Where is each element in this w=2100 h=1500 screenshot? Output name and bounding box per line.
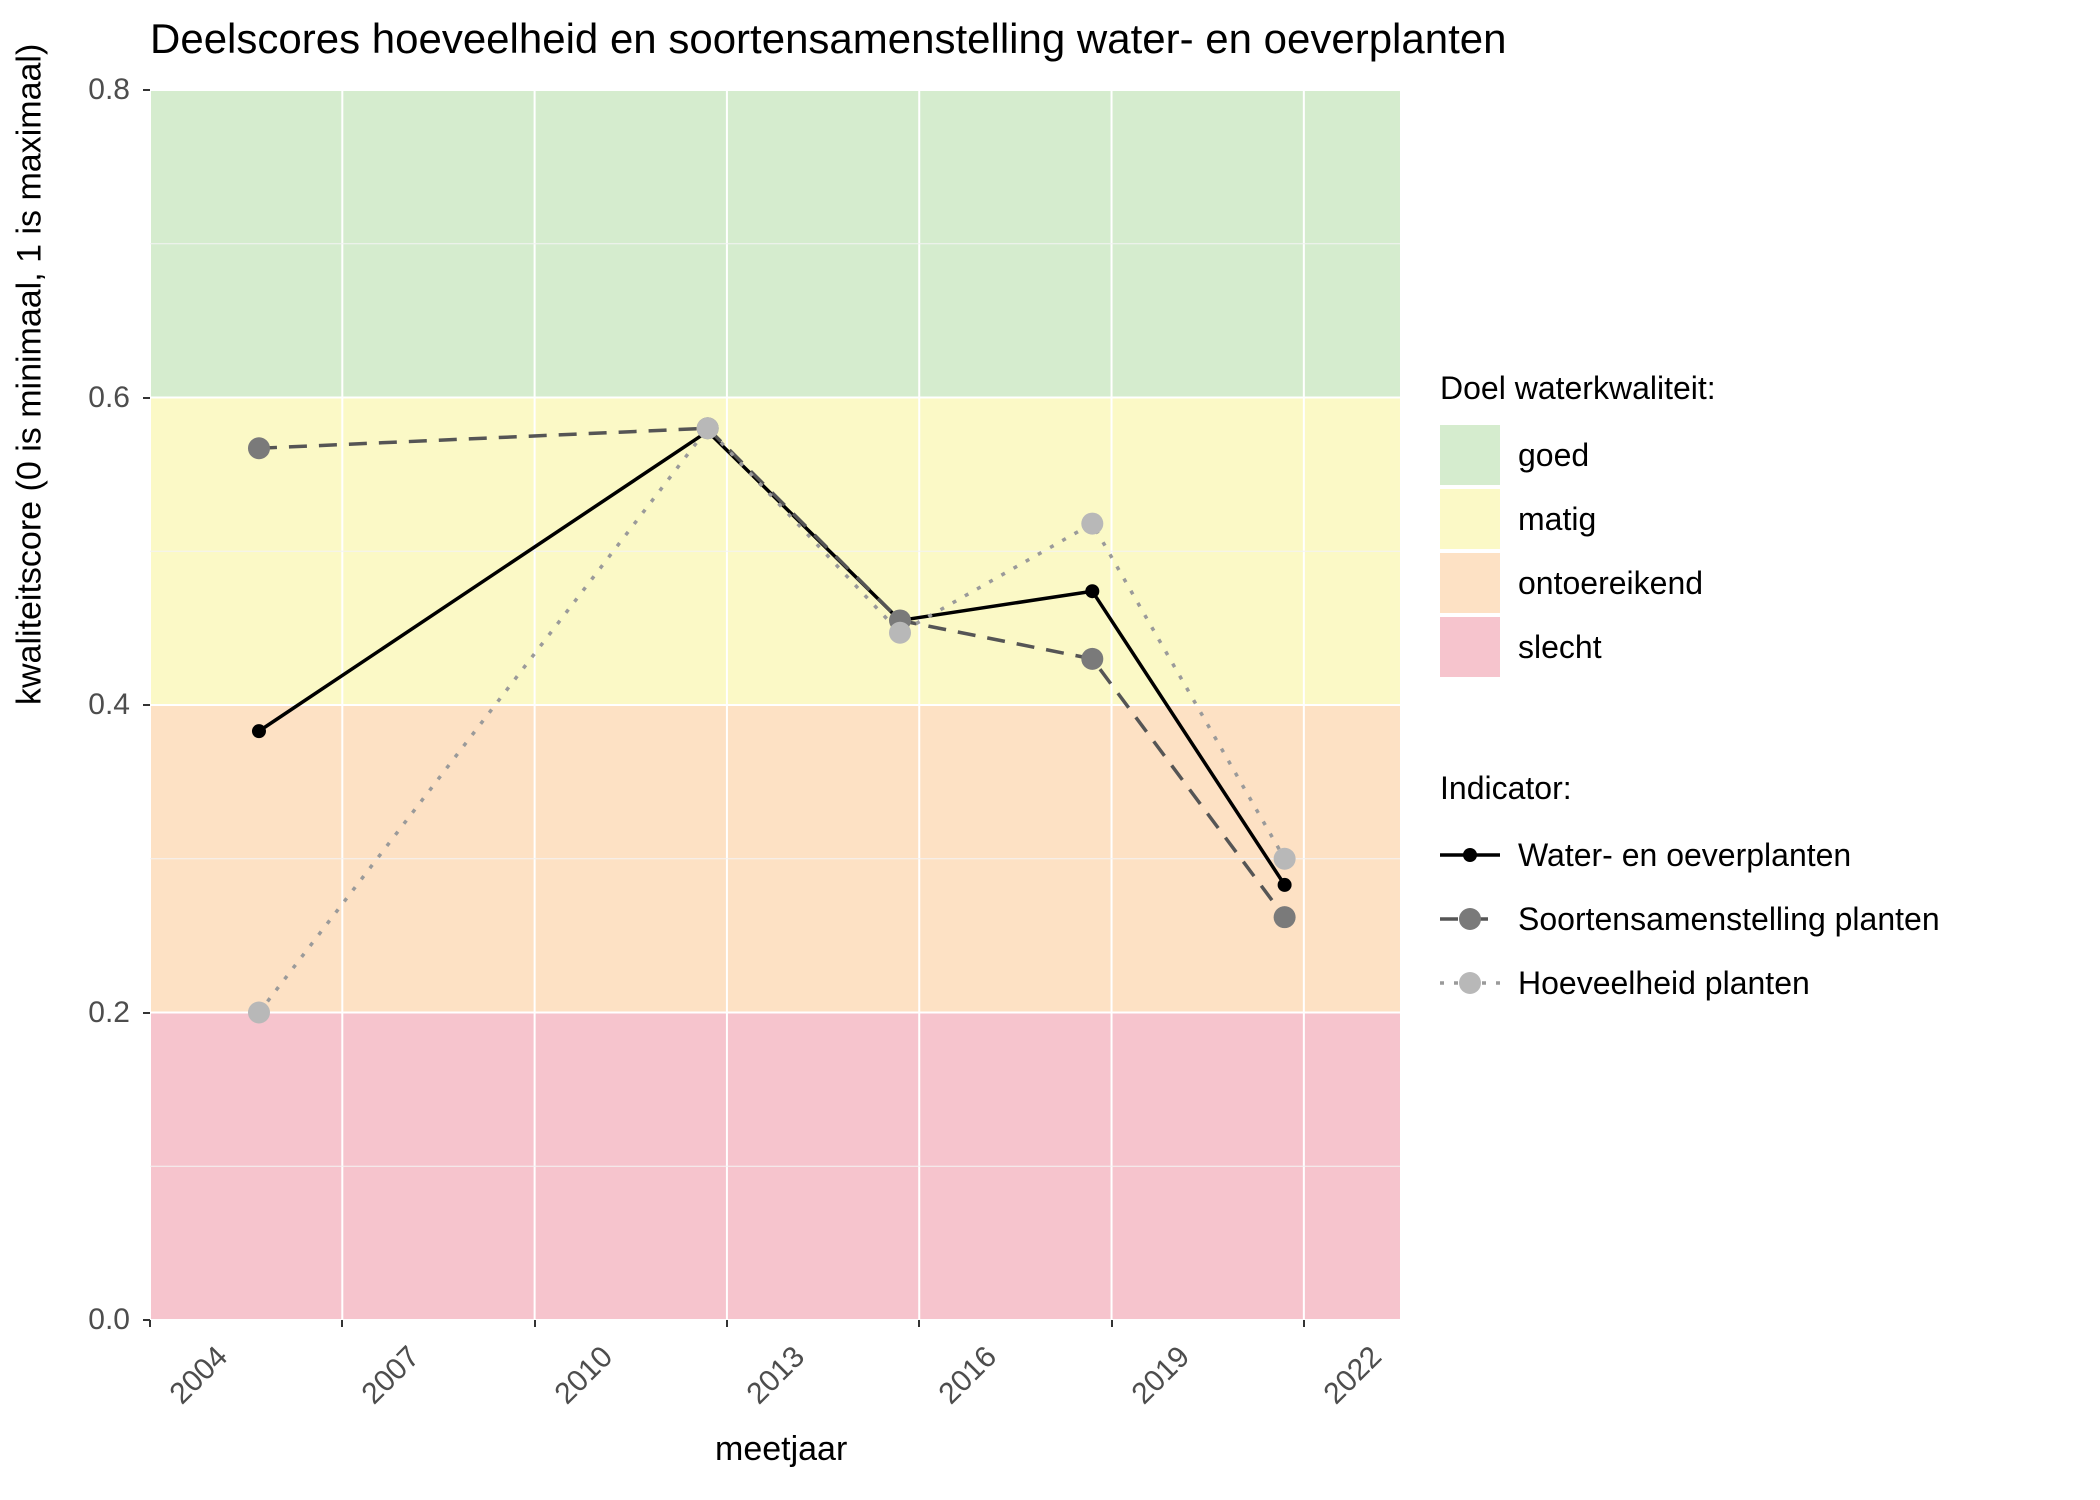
series-point bbox=[1081, 513, 1103, 535]
y-tick-label: 0.2 bbox=[30, 996, 130, 1030]
x-tick-label: 2013 bbox=[740, 1340, 811, 1411]
x-tick-mark bbox=[1303, 1320, 1305, 1327]
x-tick-mark bbox=[726, 1320, 728, 1327]
x-tick-label: 2022 bbox=[1317, 1340, 1388, 1411]
series-point bbox=[1274, 848, 1296, 870]
legend-swatch bbox=[1440, 553, 1500, 613]
legend-bands: Doel waterkwaliteit: goed matig ontoereike… bbox=[1440, 370, 1716, 681]
legend-bands-title: Doel waterkwaliteit: bbox=[1440, 370, 1716, 407]
series-point bbox=[1085, 584, 1099, 598]
x-tick-label: 2004 bbox=[164, 1340, 235, 1411]
plot-svg bbox=[150, 90, 1400, 1320]
x-tick-label: 2007 bbox=[356, 1340, 427, 1411]
series-point bbox=[252, 724, 266, 738]
legend-series-swatch bbox=[1440, 963, 1500, 1003]
legend-band-item: ontoereikend bbox=[1440, 553, 1716, 613]
y-tick-label: 0.6 bbox=[30, 381, 130, 415]
y-axis-label: kwaliteitscore (0 is minimaal, 1 is maxi… bbox=[11, 44, 50, 705]
x-tick-mark bbox=[341, 1320, 343, 1327]
legend-swatch bbox=[1440, 617, 1500, 677]
y-tick-mark bbox=[143, 397, 150, 399]
plot-area bbox=[150, 90, 1400, 1320]
y-tick-mark bbox=[143, 89, 150, 91]
x-axis-label: meetjaar bbox=[715, 1430, 847, 1469]
legend-band-label: ontoereikend bbox=[1518, 565, 1703, 602]
legend-series-swatch bbox=[1440, 899, 1500, 939]
legend-series-label: Hoeveelheid planten bbox=[1518, 965, 1810, 1002]
series-point bbox=[248, 437, 270, 459]
y-tick-mark bbox=[143, 1012, 150, 1014]
x-tick-mark bbox=[1111, 1320, 1113, 1327]
legend-series-title: Indicator: bbox=[1440, 770, 1940, 807]
legend-swatch bbox=[1440, 425, 1500, 485]
legend-series-swatch bbox=[1440, 835, 1500, 875]
series-point bbox=[1274, 906, 1296, 928]
series-point bbox=[889, 622, 911, 644]
legend-series-item: Soortensamenstelling planten bbox=[1440, 889, 1940, 949]
y-tick-mark bbox=[143, 704, 150, 706]
legend-band-label: matig bbox=[1518, 501, 1596, 538]
legend-series-label: Water- en oeverplanten bbox=[1518, 837, 1851, 874]
x-tick-label: 2016 bbox=[933, 1340, 1004, 1411]
x-tick-mark bbox=[534, 1320, 536, 1327]
y-tick-label: 0.8 bbox=[30, 73, 130, 107]
chart-title: Deelscores hoeveelheid en soortensamenst… bbox=[150, 15, 1507, 63]
series-point bbox=[248, 1002, 270, 1024]
x-tick-label: 2019 bbox=[1125, 1340, 1196, 1411]
x-tick-mark bbox=[149, 1320, 151, 1327]
legend-band-item: goed bbox=[1440, 425, 1716, 485]
legend-band-item: slecht bbox=[1440, 617, 1716, 677]
legend-swatch bbox=[1440, 489, 1500, 549]
y-tick-label: 0.4 bbox=[30, 688, 130, 722]
series-point bbox=[697, 417, 719, 439]
x-tick-mark bbox=[918, 1320, 920, 1327]
legend-series-item: Water- en oeverplanten bbox=[1440, 825, 1940, 885]
legend-series-label: Soortensamenstelling planten bbox=[1518, 901, 1940, 938]
legend-band-label: slecht bbox=[1518, 629, 1602, 666]
legend-series: Indicator: Water- en oeverplanten Soorten… bbox=[1440, 770, 1940, 1017]
x-tick-label: 2010 bbox=[548, 1340, 619, 1411]
legend-series-item: Hoeveelheid planten bbox=[1440, 953, 1940, 1013]
series-point bbox=[1278, 878, 1292, 892]
y-tick-label: 0.0 bbox=[30, 1303, 130, 1337]
legend-band-item: matig bbox=[1440, 489, 1716, 549]
legend-band-label: goed bbox=[1518, 437, 1589, 474]
chart-root: Deelscores hoeveelheid en soortensamenst… bbox=[0, 0, 2100, 1500]
series-point bbox=[1081, 648, 1103, 670]
